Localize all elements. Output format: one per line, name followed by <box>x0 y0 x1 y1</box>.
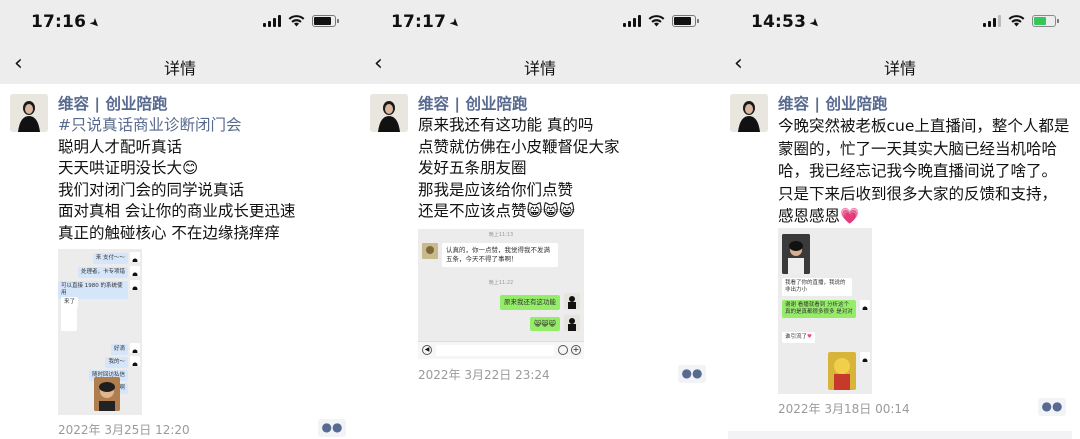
author-avatar[interactable] <box>10 94 48 132</box>
mini-avatar <box>130 266 140 276</box>
mini-avatar <box>564 315 580 331</box>
mini-bubble: 认真的，你一点赞，我觉得我不发满五条，今天不得了事啊！ <box>442 243 558 267</box>
status-time: 17:16➤ <box>31 12 104 32</box>
mini-bubble: 我看了你的直播，我说的非出力小 <box>782 278 852 296</box>
mini-time: 晚上11:13 <box>488 232 514 238</box>
mini-avatar <box>860 352 870 362</box>
post-timestamp: 2022年 3月25日 12:20 <box>58 423 190 437</box>
mini-bubble: 我的～ <box>105 357 128 368</box>
mini-avatar <box>130 252 140 262</box>
battery-icon <box>672 15 699 27</box>
mini-input-field <box>436 345 554 356</box>
mini-avatar <box>564 293 580 309</box>
battery-icon <box>312 15 339 27</box>
author-name[interactable]: 维容 | 创业陪跑 <box>58 92 167 114</box>
mini-bubble: 好滴 <box>110 344 128 355</box>
status-time: 17:17➤ <box>391 12 464 32</box>
author-avatar[interactable] <box>730 94 768 132</box>
moment-panel-1: 17:16➤ ‹ 详情 维容 | 创业陪跑 #只说真话商业诊断闭门会 聪明人才配… <box>0 0 360 439</box>
post-text: 原来我还有这功能 真的吗 点赞就仿佛在小皮鞭督促大家 发好五条朋友圈 那我是应该… <box>418 115 708 223</box>
wifi-icon <box>1008 15 1025 27</box>
post-text: 今晚突然被老板cue上直播间，整个人都是蒙圈的，忙了一天其实大脑已经当机哈哈哈，… <box>778 115 1070 228</box>
battery-charging-icon <box>1032 15 1059 27</box>
mini-photo <box>828 352 856 390</box>
post-line: 那我是应该给你们点赞 <box>418 180 574 199</box>
wifi-icon <box>648 15 665 27</box>
mini-bubble: 处理者，卡专项错 <box>77 267 128 278</box>
cellular-signal-icon <box>263 15 281 27</box>
mini-avatar <box>130 343 140 353</box>
location-arrow-icon: ➤ <box>446 14 464 32</box>
mini-bubble: 谁引流了♥ <box>782 332 815 343</box>
emoji-icon <box>558 345 568 355</box>
plus-icon: + <box>571 345 581 355</box>
author-name[interactable]: 维容 | 创业陪跑 <box>418 92 527 114</box>
post-line: 原来我还有这功能 真的吗 <box>418 116 594 134</box>
screenshot-collage: 17:16➤ ‹ 详情 维容 | 创业陪跑 #只说真话商业诊断闭门会 聪明人才配… <box>0 0 1080 439</box>
comment-area <box>728 431 1072 439</box>
post-image-chat-screenshot[interactable]: 来 支付～～ 处理者，卡专项错 可以直接 1980 的系统使用 来了 好滴 我的… <box>58 249 142 415</box>
post-line: 面对真相 会让你的商业成长更迅速 <box>58 202 296 220</box>
voice-icon: ◀ <box>422 345 432 355</box>
moment-panel-3: 14:53➤ ‹ 详情 维容 | 创业陪跑 今晚突然被老板cue上直播间，整个人… <box>720 0 1080 439</box>
status-time: 14:53➤ <box>751 12 824 32</box>
post-line: 真正的触碰核心 不在边缘挠痒痒 <box>58 223 280 242</box>
nav-bar: ‹ 详情 <box>360 46 720 84</box>
nav-title: 详情 <box>523 59 556 78</box>
post-timestamp: 2022年 3月18日 00:14 <box>778 402 910 416</box>
cellular-signal-icon <box>623 15 641 27</box>
mini-bubble: 谢谢 看播就看到 分析这个真的是真都很多很多 是对对 <box>782 300 856 318</box>
nav-bar: ‹ 详情 <box>720 46 1080 84</box>
post-line: 我们对闭门会的同学说真话 <box>58 180 245 199</box>
more-actions-button[interactable]: ●● <box>678 365 706 383</box>
cellular-signal-icon <box>983 15 1001 27</box>
status-bar: 17:16➤ <box>0 0 360 46</box>
post-text: #只说真话商业诊断闭门会 聪明人才配听真话 天天哄证明没长大😊 我们对闭门会的同… <box>58 115 348 244</box>
mini-avatar <box>130 356 140 366</box>
mini-avatar <box>860 300 870 310</box>
mini-bubble <box>61 307 77 331</box>
mini-bubble: 来 支付～～ <box>92 253 128 264</box>
hashtag-link[interactable]: #只说真话商业诊断闭门会 <box>58 115 348 137</box>
status-bar: 14:53➤ <box>720 0 1080 46</box>
nav-title: 详情 <box>163 59 196 78</box>
moment-post: 维容 | 创业陪跑 原来我还有这功能 真的吗 点赞就仿佛在小皮鞭督促大家 发好五… <box>360 84 720 439</box>
mini-video-thumb <box>782 234 810 274</box>
nav-title: 详情 <box>883 59 916 78</box>
post-image-chat-screenshot[interactable]: 我看了你的直播，我说的非出力小 谢谢 看播就看到 分析这个真的是真都很多很多 是… <box>778 228 872 394</box>
moment-panel-2: 17:17➤ ‹ 详情 维容 | 创业陪跑 原来我还有这功能 真的吗 点赞就仿佛… <box>360 0 720 439</box>
post-line: 今晚突然被老板cue上直播间，整个人都是蒙圈的，忙了一天其实大脑已经当机哈哈哈，… <box>778 117 1070 225</box>
moment-post: 维容 | 创业陪跑 今晚突然被老板cue上直播间，整个人都是蒙圈的，忙了一天其实… <box>720 84 1080 439</box>
mini-bubble: 原来我还有这功能 <box>500 295 560 310</box>
author-name[interactable]: 维容 | 创业陪跑 <box>778 92 887 114</box>
status-bar: 17:17➤ <box>360 0 720 46</box>
author-avatar[interactable] <box>370 94 408 132</box>
more-actions-button[interactable]: ●● <box>1038 398 1066 416</box>
heart-icon: ♥ <box>807 334 812 340</box>
mini-photo <box>94 377 120 411</box>
mini-avatar <box>130 280 140 290</box>
location-arrow-icon: ➤ <box>806 14 824 32</box>
nav-bar: ‹ 详情 <box>0 46 360 84</box>
more-actions-button[interactable]: ●● <box>318 419 346 437</box>
post-line: 天天哄证明没长大😊 <box>58 159 199 177</box>
mini-avatar <box>422 243 438 259</box>
post-timestamp: 2022年 3月22日 23:24 <box>418 368 550 382</box>
mini-time: 晚上11:22 <box>488 280 514 286</box>
post-line: 点赞就仿佛在小皮鞭督促大家 <box>418 137 620 156</box>
post-line: 聪明人才配听真话 <box>58 137 183 156</box>
post-image-chat-screenshot[interactable]: 晚上11:13 认真的，你一点赞，我觉得我不发满五条，今天不得了事啊！ 晚上11… <box>418 229 584 359</box>
post-line: 还是不应该点赞😸😸😸 <box>418 202 575 220</box>
wifi-icon <box>288 15 305 27</box>
location-arrow-icon: ➤ <box>86 14 104 32</box>
mini-bubble: 😸😸😸 <box>530 317 560 331</box>
moment-post: 维容 | 创业陪跑 #只说真话商业诊断闭门会 聪明人才配听真话 天天哄证明没长大… <box>0 84 360 439</box>
post-line: 发好五条朋友圈 <box>418 159 527 177</box>
mini-input-bar: ◀ + <box>418 341 584 359</box>
